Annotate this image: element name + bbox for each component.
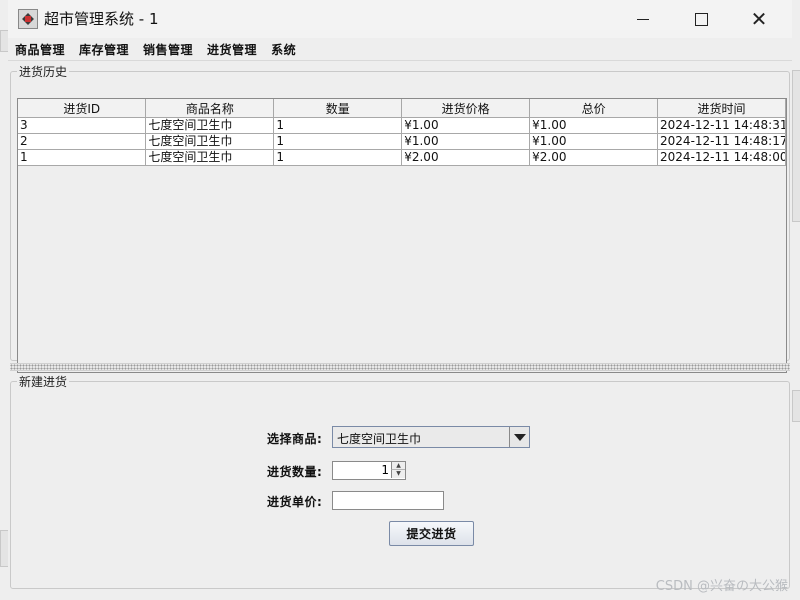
cell-purchase-id: 1	[18, 149, 147, 166]
column-header-purchase-id[interactable]: 进货ID	[18, 99, 147, 118]
watermark: CSDN @兴奋の大公猴	[655, 579, 788, 594]
cell-purchase-time: 2024-12-11 14:48:17	[657, 133, 786, 150]
cell-quantity: 1	[273, 133, 403, 150]
window-titlebar[interactable]: 超市管理系统 - 1 ✕	[8, 0, 792, 38]
cell-total: ¥1.00	[529, 133, 659, 150]
app-icon	[18, 9, 38, 29]
table-row[interactable]: 3 七度空间卫生巾 1 ¥1.00 ¥1.00 2024-12-11 14:48…	[18, 117, 786, 134]
quantity-label: 进货数量:	[267, 465, 323, 479]
column-header-total[interactable]: 总价	[529, 99, 659, 118]
background-window-fragment	[792, 70, 800, 222]
quantity-stepper[interactable]: ▲ ▼	[332, 461, 406, 480]
cell-quantity: 1	[273, 117, 403, 134]
background-window-fragment	[792, 390, 800, 422]
menu-purchase-management[interactable]: 进货管理	[200, 41, 264, 58]
cell-purchase-price: ¥2.00	[401, 149, 531, 166]
menu-product-management[interactable]: 商品管理	[8, 41, 72, 58]
submit-purchase-button[interactable]: 提交进货	[389, 521, 474, 546]
cell-total: ¥1.00	[529, 117, 659, 134]
purchase-history-table: 进货ID 商品名称 数量 进货价格 总价 进货时间 3 七度空间卫生巾 1 ¥1…	[18, 99, 786, 166]
table-header-row: 进货ID 商品名称 数量 进货价格 总价 进货时间	[18, 99, 786, 118]
quantity-input[interactable]	[339, 463, 389, 477]
product-select[interactable]: 七度空间卫生巾	[332, 426, 530, 448]
table-row[interactable]: 1 七度空间卫生巾 1 ¥2.00 ¥2.00 2024-12-11 14:48…	[18, 149, 786, 166]
chevron-down-icon	[513, 433, 526, 441]
cell-total: ¥2.00	[529, 149, 659, 166]
maximize-icon	[694, 12, 708, 26]
menu-sales-management[interactable]: 销售管理	[136, 41, 200, 58]
cell-purchase-id: 3	[18, 117, 147, 134]
purchase-history-panel: 进货历史 进货ID 商品名称 数量 进货价格 总价 进货时间 3 七度空间卫生巾…	[10, 63, 790, 373]
cell-quantity: 1	[273, 149, 403, 166]
cell-purchase-time: 2024-12-11 14:48:31	[657, 117, 786, 134]
cell-purchase-id: 2	[18, 133, 147, 150]
unit-price-input[interactable]	[332, 491, 444, 510]
unit-price-label: 进货单价:	[267, 495, 323, 509]
table-row[interactable]: 2 七度空间卫生巾 1 ¥1.00 ¥1.00 2024-12-11 14:48…	[18, 133, 786, 150]
purchase-history-legend: 进货历史	[19, 65, 68, 79]
split-pane-divider[interactable]	[10, 363, 790, 371]
cell-purchase-price: ¥1.00	[401, 117, 531, 134]
main-content: 进货历史 进货ID 商品名称 数量 进货价格 总价 进货时间 3 七度空间卫生巾…	[8, 61, 792, 593]
column-header-quantity[interactable]: 数量	[273, 99, 403, 118]
column-header-purchase-time[interactable]: 进货时间	[657, 99, 786, 118]
dropdown-arrow-button[interactable]	[509, 427, 529, 447]
menu-inventory-management[interactable]: 库存管理	[72, 41, 136, 58]
cell-product-name: 七度空间卫生巾	[145, 149, 275, 166]
product-select-value: 七度空间卫生巾	[337, 432, 422, 446]
product-label: 选择商品:	[267, 432, 323, 446]
increment-button[interactable]: ▲	[391, 462, 405, 470]
column-header-product-name[interactable]: 商品名称	[145, 99, 275, 118]
window-title: 超市管理系统 - 1	[44, 10, 159, 28]
minimize-button[interactable]	[620, 0, 666, 38]
decrement-button[interactable]: ▼	[391, 470, 405, 478]
menu-system[interactable]: 系统	[264, 41, 303, 58]
new-purchase-legend: 新建进货	[19, 375, 68, 389]
close-button[interactable]: ✕	[736, 0, 782, 38]
close-icon: ✕	[750, 7, 768, 31]
cell-purchase-price: ¥1.00	[401, 133, 531, 150]
menu-bar: 商品管理 库存管理 销售管理 进货管理 系统	[8, 38, 792, 61]
cell-purchase-time: 2024-12-11 14:48:00	[657, 149, 786, 166]
purchase-history-table-scroll[interactable]: 进货ID 商品名称 数量 进货价格 总价 进货时间 3 七度空间卫生巾 1 ¥1…	[17, 98, 787, 373]
minimize-icon	[637, 18, 649, 20]
cell-product-name: 七度空间卫生巾	[145, 133, 275, 150]
new-purchase-panel: 新建进货	[10, 373, 790, 589]
maximize-button[interactable]	[678, 0, 724, 38]
column-header-purchase-price[interactable]: 进货价格	[401, 99, 531, 118]
cell-product-name: 七度空间卫生巾	[145, 117, 275, 134]
